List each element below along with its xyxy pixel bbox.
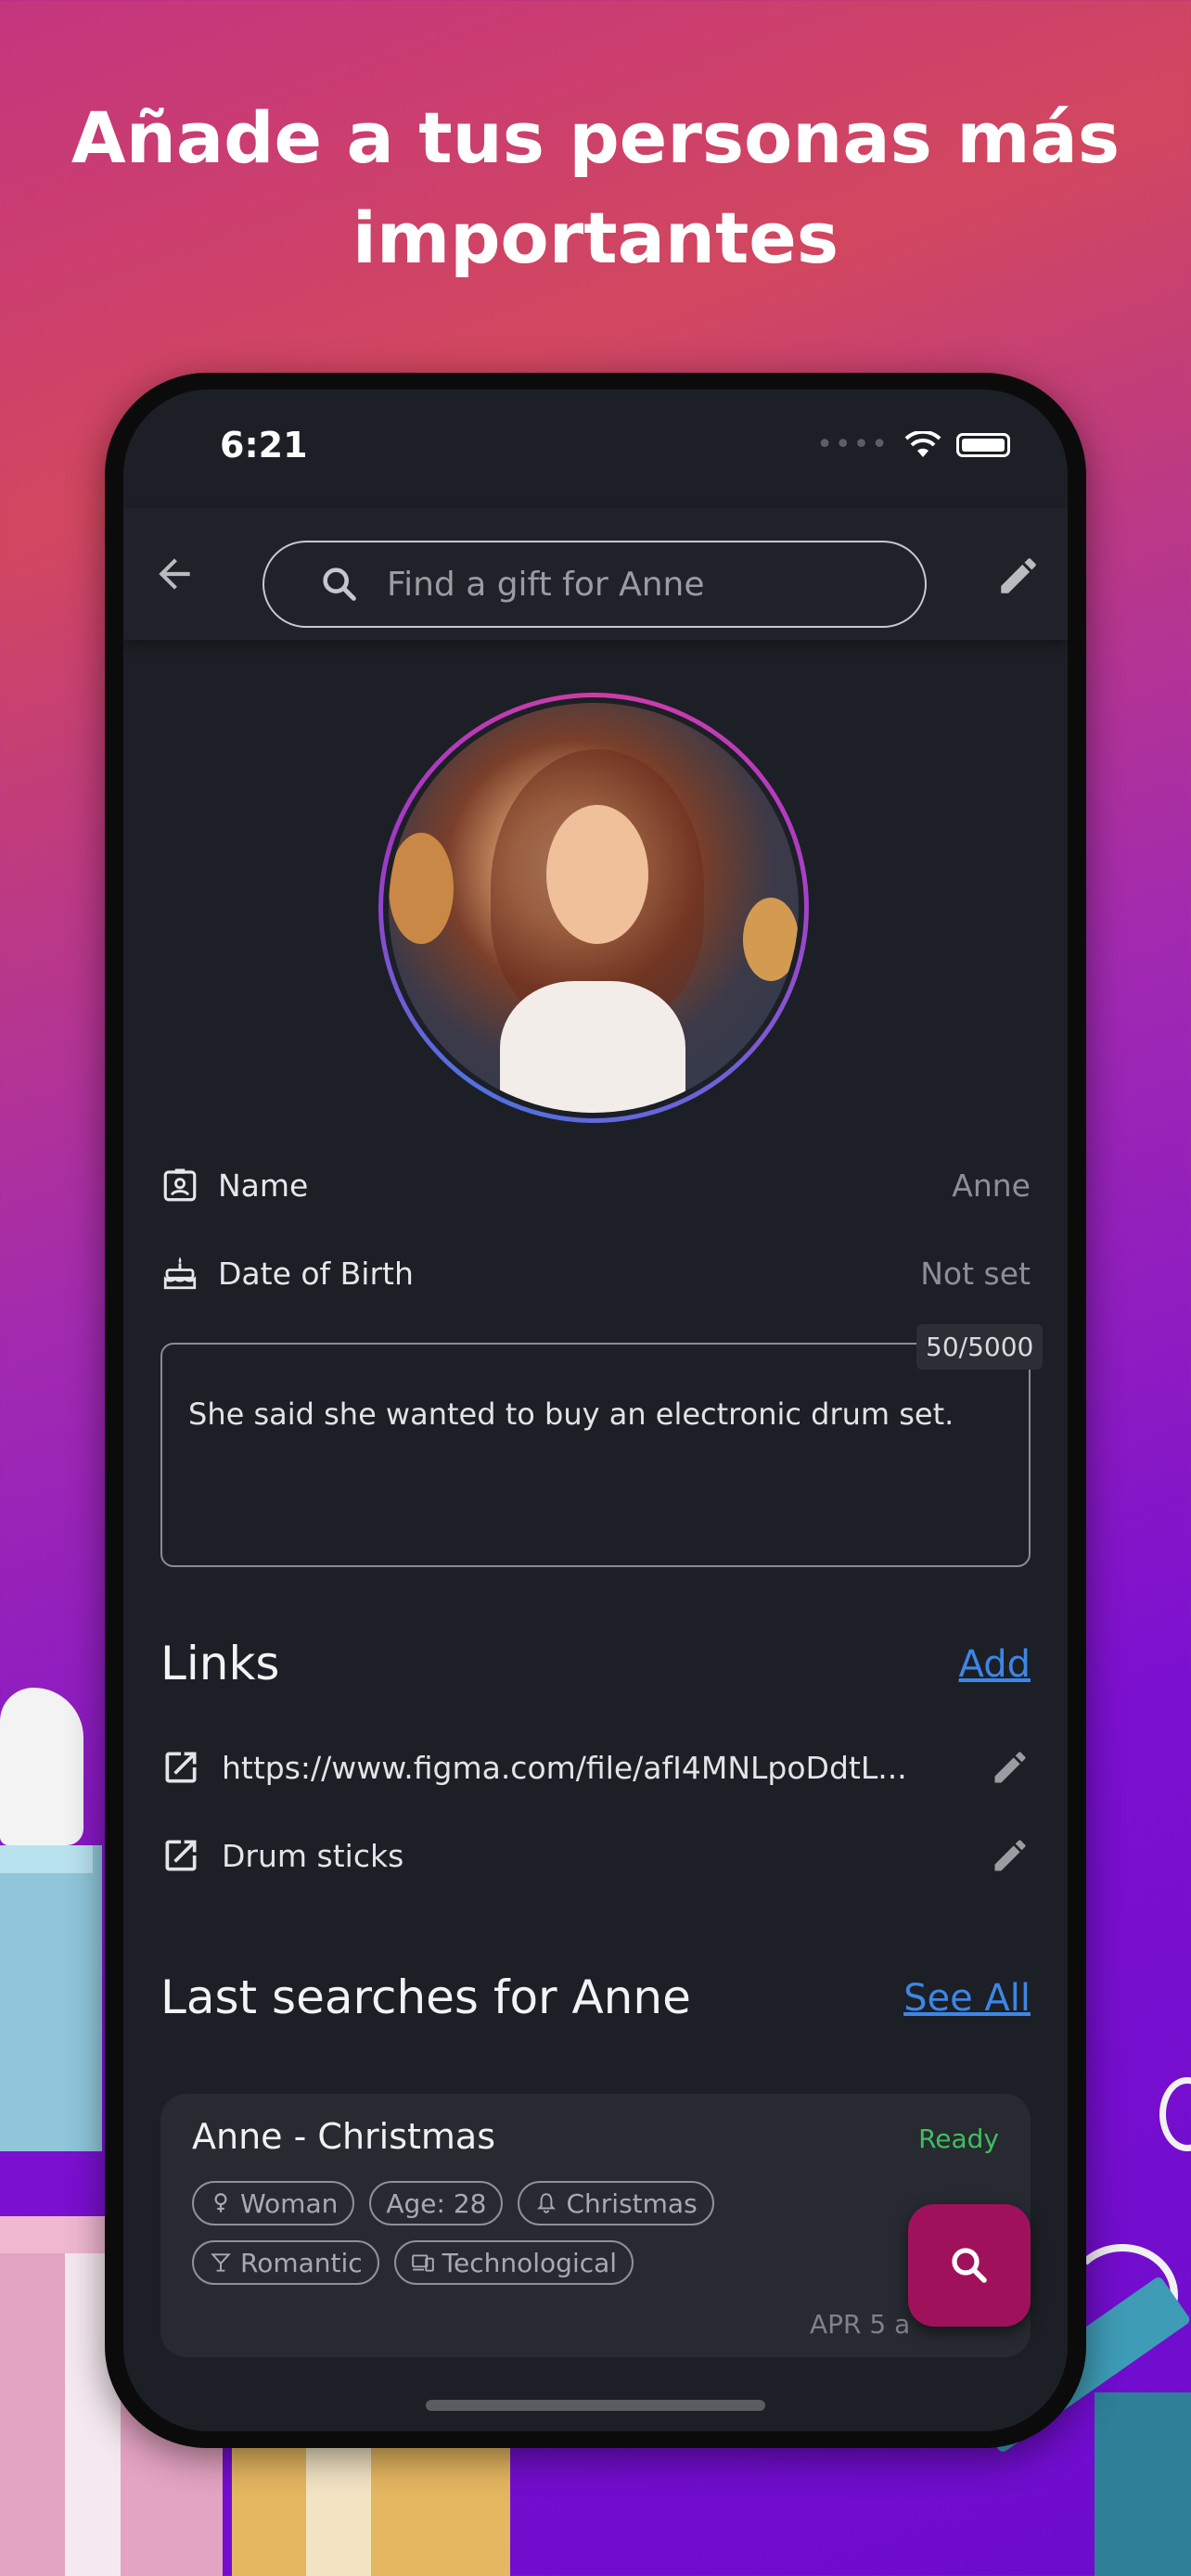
last-searches-title: Last searches for Anne [160,1970,691,2024]
search-status-badge: Ready [918,2123,999,2154]
search-placeholder: Find a gift for Anne [387,565,705,604]
notes-character-counter: 50/5000 [916,1324,1044,1370]
name-label: Name [218,1167,309,1204]
search-tags: Woman Age: 28 Christmas Romantic Technol… [192,2181,897,2285]
search-card[interactable]: Anne - Christmas Ready Woman Age: 28 Chr… [160,2094,1031,2357]
cocktail-glass-icon [211,2253,231,2272]
edit-pencil-icon[interactable] [995,553,1042,599]
tag-occasion: Christmas [518,2181,714,2225]
avatar-frame [383,697,804,1118]
tag-gender: Woman [192,2181,355,2225]
avatar-detail [743,898,799,981]
tag-label: Romantic [240,2247,363,2278]
gift-box-gold-decoration [232,2448,510,2576]
tag-style: Romantic [192,2240,379,2285]
name-row[interactable]: Name Anne [160,1157,1031,1213]
search-icon [952,2248,987,2283]
links-section-title: Links [160,1637,280,1690]
promo-headline-line2: importantes [352,197,839,279]
gift-bow-decoration [0,1688,83,1845]
tag-label: Christmas [566,2187,698,2219]
status-time: 6:21 [220,425,308,465]
link-item[interactable]: https://www.figma.com/file/afI4MNLpoDdtL… [160,1740,1031,1795]
devices-icon [411,2254,434,2272]
tag-label: Age: 28 [386,2187,487,2219]
avatar-detail [389,833,454,944]
birthday-cake-icon [163,1256,197,1290]
date-of-birth-row[interactable]: Date of Birth Not set [160,1245,1031,1301]
profile-avatar[interactable] [378,693,809,1123]
ribbon-loop-small-decoration [1159,2077,1191,2151]
status-bar: 6:21 •••• [123,389,1068,510]
app-header: Find a gift for Anne [123,508,1068,640]
phone-frame: 6:21 •••• Find a gift for Anne Name Anne… [105,373,1086,2448]
tag-label: Woman [240,2187,339,2219]
search-card-title: Anne - Christmas [192,2116,496,2157]
tag-category: Technological [393,2240,634,2285]
avatar-detail [500,981,685,1113]
cellular-signal-icon: •••• [816,428,890,461]
link-label: Drum sticks [222,1837,404,1874]
promo-headline: Añade a tus personas más importantes [0,88,1191,288]
gift-search-input[interactable]: Find a gift for Anne [263,541,927,628]
tag-label: Technological [442,2247,618,2278]
search-card-date: APR 5 a [810,2309,911,2340]
link-url: https://www.figma.com/file/afI4MNLpoDdtL… [222,1749,907,1786]
search-icon [323,567,356,601]
bell-icon [537,2193,557,2213]
new-search-fab[interactable] [908,2204,1031,2327]
gift-box-blue-decoration [0,1845,102,2151]
notes-text: She said she wanted to buy an electronic… [188,1396,954,1432]
tag-age: Age: 28 [369,2181,504,2225]
date-of-birth-value: Not set [920,1255,1031,1292]
avatar-detail [546,805,648,944]
wifi-icon [904,430,941,457]
battery-icon [956,432,1010,457]
back-arrow-icon[interactable] [151,551,198,597]
date-of-birth-label: Date of Birth [218,1255,414,1292]
add-link-button[interactable]: Add [959,1643,1031,1686]
app-screen: 6:21 •••• Find a gift for Anne Name Anne… [123,389,1068,2431]
gift-box-blue-lid-decoration [0,1845,93,1873]
open-external-icon [165,1840,197,1871]
name-value: Anne [952,1167,1031,1204]
link-item[interactable]: Drum sticks [160,1828,1031,1883]
avatar-photo [389,703,799,1113]
edit-link-pencil-icon[interactable] [990,1747,1031,1788]
venus-icon [214,2193,227,2213]
contact-card-icon [163,1168,197,1202]
home-indicator[interactable] [426,2400,765,2411]
edit-link-pencil-icon[interactable] [990,1835,1031,1876]
see-all-button[interactable]: See All [903,1977,1031,2020]
open-external-icon [165,1752,197,1783]
promo-headline-line1: Añade a tus personas más [70,96,1121,179]
status-icons: •••• [816,428,1010,461]
gift-box-gold-ribbon-decoration [306,2448,371,2576]
notes-textarea[interactable]: She said she wanted to buy an electronic… [160,1343,1031,1567]
gift-box-teal-decoration [1095,2392,1191,2576]
